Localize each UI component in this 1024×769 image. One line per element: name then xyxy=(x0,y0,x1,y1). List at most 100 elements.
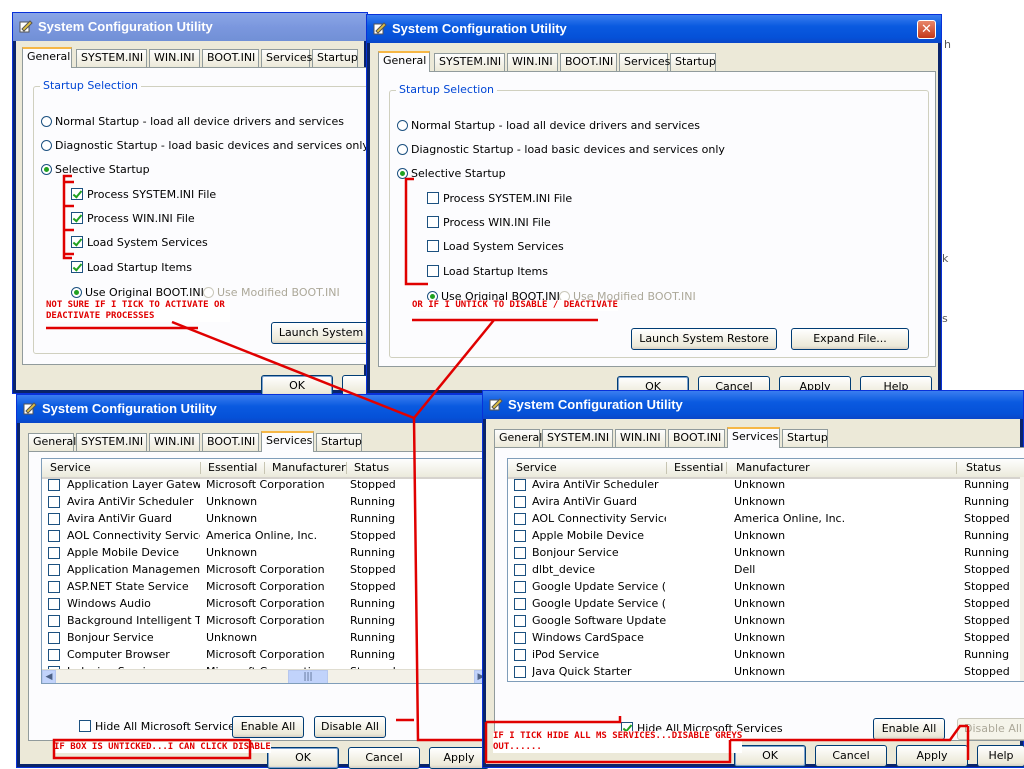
help-button[interactable]: Help xyxy=(977,745,1024,767)
tab-win-ini[interactable]: WIN.INI xyxy=(615,429,666,447)
table-row[interactable]: Avira AntiVir Scheduler Unknown Running xyxy=(42,494,486,511)
service-checkbox[interactable] xyxy=(514,581,526,593)
apply-button[interactable]: Apply xyxy=(429,747,489,769)
tab-system-ini[interactable]: SYSTEM.INI xyxy=(76,49,147,67)
disable-all-button[interactable]: Disable All xyxy=(314,716,386,738)
tab-services[interactable]: Services xyxy=(727,427,780,448)
title-bar[interactable]: System Configuration Utility ✕ xyxy=(367,15,941,43)
table-row[interactable]: Avira AntiVir Guard Unknown Running xyxy=(42,511,486,528)
normal-startup-radio[interactable]: Normal Startup - load all device drivers… xyxy=(397,119,700,132)
service-checkbox[interactable] xyxy=(48,496,60,508)
selective-startup-radio[interactable]: Selective Startup xyxy=(41,163,150,176)
service-checkbox[interactable] xyxy=(48,615,60,627)
scroll-thumb[interactable]: ||| xyxy=(288,670,328,683)
normal-startup-radio[interactable]: Normal Startup - load all device drivers… xyxy=(41,115,344,128)
service-checkbox[interactable] xyxy=(514,479,526,491)
diagnostic-startup-radio[interactable]: Diagnostic Startup - load basic devices … xyxy=(397,143,725,156)
table-row[interactable]: Application Management Microsoft Corporat… xyxy=(42,562,486,579)
table-row[interactable]: Windows CardSpace Unknown Stopped xyxy=(508,630,1024,647)
service-checkbox[interactable] xyxy=(514,632,526,644)
service-checkbox[interactable] xyxy=(48,530,60,542)
table-row[interactable]: Background Intelligent T... Microsoft Cor… xyxy=(42,613,486,630)
table-row[interactable]: Avira AntiVir Guard Unknown Running xyxy=(508,494,1024,511)
table-row[interactable]: Avira AntiVir Scheduler Unknown Running xyxy=(508,477,1024,494)
cancel-button[interactable]: Cancel xyxy=(815,745,887,767)
launch-system-restore-button[interactable]: Launch System Restore xyxy=(631,328,777,350)
service-checkbox[interactable] xyxy=(48,564,60,576)
enable-all-button[interactable]: Enable All xyxy=(232,716,304,738)
table-row[interactable]: dlbt_device Dell Stopped xyxy=(508,562,1024,579)
expand-file-button[interactable]: Expand File... xyxy=(791,328,909,350)
service-checkbox[interactable] xyxy=(514,666,526,678)
ok-button[interactable]: OK xyxy=(734,745,806,767)
process-system-ini-checkbox[interactable]: Process SYSTEM.INI File xyxy=(427,192,572,205)
service-checkbox[interactable] xyxy=(514,513,526,525)
tab-general[interactable]: General xyxy=(28,433,76,451)
process-win-ini-checkbox[interactable]: Process WIN.INI File xyxy=(71,212,195,225)
scroll-left-icon[interactable]: ◀ xyxy=(42,670,56,683)
service-checkbox[interactable] xyxy=(514,564,526,576)
service-checkbox[interactable] xyxy=(48,649,60,661)
table-row[interactable]: Google Software Updater Unknown Stopped xyxy=(508,613,1024,630)
hide-ms-services-checkbox[interactable]: Hide All Microsoft Services xyxy=(79,720,241,733)
vertical-scrollbar[interactable] xyxy=(1020,477,1024,681)
column-status[interactable]: Status xyxy=(354,461,389,474)
tab-boot-ini[interactable]: BOOT.INI xyxy=(560,53,617,71)
tab-system-ini[interactable]: SYSTEM.INI xyxy=(76,433,147,451)
table-row[interactable]: AOL Connectivity Service America Online, … xyxy=(42,528,486,545)
load-system-services-checkbox[interactable]: Load System Services xyxy=(427,240,564,253)
tab-general[interactable]: General xyxy=(494,429,542,447)
tab-boot-ini[interactable]: BOOT.INI xyxy=(202,49,259,67)
process-system-ini-checkbox[interactable]: Process SYSTEM.INI File xyxy=(71,188,216,201)
launch-system-restore-button[interactable]: Launch System xyxy=(271,322,371,344)
tab-boot-ini[interactable]: BOOT.INI xyxy=(202,433,259,451)
service-checkbox[interactable] xyxy=(48,632,60,644)
service-checkbox[interactable] xyxy=(514,530,526,542)
table-row[interactable]: Google Update Service (... Unknown Stopped xyxy=(508,579,1024,596)
tab-startup[interactable]: Startup xyxy=(670,53,716,71)
service-checkbox[interactable] xyxy=(514,496,526,508)
enable-all-button[interactable]: Enable All xyxy=(873,718,945,740)
load-system-services-checkbox[interactable]: Load System Services xyxy=(71,236,208,249)
table-row[interactable]: iPod Service Unknown Running xyxy=(508,647,1024,664)
service-checkbox[interactable] xyxy=(48,598,60,610)
cancel-button[interactable]: Cancel xyxy=(348,747,420,769)
table-row[interactable]: Application Layer Gatew... Microsoft Corp… xyxy=(42,477,486,494)
title-bar[interactable]: System Configuration Utility xyxy=(483,391,1023,419)
tab-win-ini[interactable]: WIN.INI xyxy=(149,433,200,451)
tab-services[interactable]: Services xyxy=(261,431,314,452)
table-row[interactable]: Windows Audio Microsoft Corporation Runnin… xyxy=(42,596,486,613)
tab-win-ini[interactable]: WIN.INI xyxy=(149,49,200,67)
service-checkbox[interactable] xyxy=(48,547,60,559)
tab-general[interactable]: General xyxy=(378,51,430,72)
table-row[interactable]: AOL Connectivity Service America Online, … xyxy=(508,511,1024,528)
use-original-boot-ini-radio[interactable]: Use Original BOOT.INI xyxy=(71,286,204,299)
services-list[interactable]: Service Essential Manufacturer Status Av… xyxy=(507,458,1024,682)
table-row[interactable]: Bonjour Service Unknown Running xyxy=(42,630,486,647)
process-win-ini-checkbox[interactable]: Process WIN.INI File xyxy=(427,216,551,229)
horizontal-scrollbar[interactable]: ◀ ||| ▶ xyxy=(42,669,486,683)
column-status[interactable]: Status xyxy=(966,461,1001,474)
tab-startup[interactable]: Startup xyxy=(782,429,828,447)
tab-win-ini[interactable]: WIN.INI xyxy=(507,53,558,71)
tab-system-ini[interactable]: SYSTEM.INI xyxy=(542,429,613,447)
service-checkbox[interactable] xyxy=(48,479,60,491)
selective-startup-radio[interactable]: Selective Startup xyxy=(397,167,506,180)
service-checkbox[interactable] xyxy=(514,547,526,559)
apply-button[interactable]: Apply xyxy=(896,745,968,767)
tab-startup[interactable]: Startup xyxy=(316,433,362,451)
table-row[interactable]: Bonjour Service Unknown Running xyxy=(508,545,1024,562)
tab-general[interactable]: General xyxy=(22,47,72,68)
close-icon[interactable]: ✕ xyxy=(917,20,936,39)
table-row[interactable]: Java Quick Starter Unknown Stopped xyxy=(508,664,1024,681)
table-row[interactable]: Computer Browser Microsoft Corporation Run… xyxy=(42,647,486,664)
tab-startup[interactable]: Startup xyxy=(312,49,358,67)
title-bar[interactable]: System Configuration Utility xyxy=(13,13,367,41)
table-row[interactable]: ASP.NET State Service Microsoft Corporati… xyxy=(42,579,486,596)
column-service[interactable]: Service xyxy=(50,461,91,474)
services-list[interactable]: Service Essential Manufacturer Status Ap… xyxy=(41,458,487,684)
tab-system-ini[interactable]: SYSTEM.INI xyxy=(434,53,505,71)
column-essential[interactable]: Essential xyxy=(674,461,723,474)
tab-services[interactable]: Services xyxy=(619,53,670,71)
service-checkbox[interactable] xyxy=(514,649,526,661)
